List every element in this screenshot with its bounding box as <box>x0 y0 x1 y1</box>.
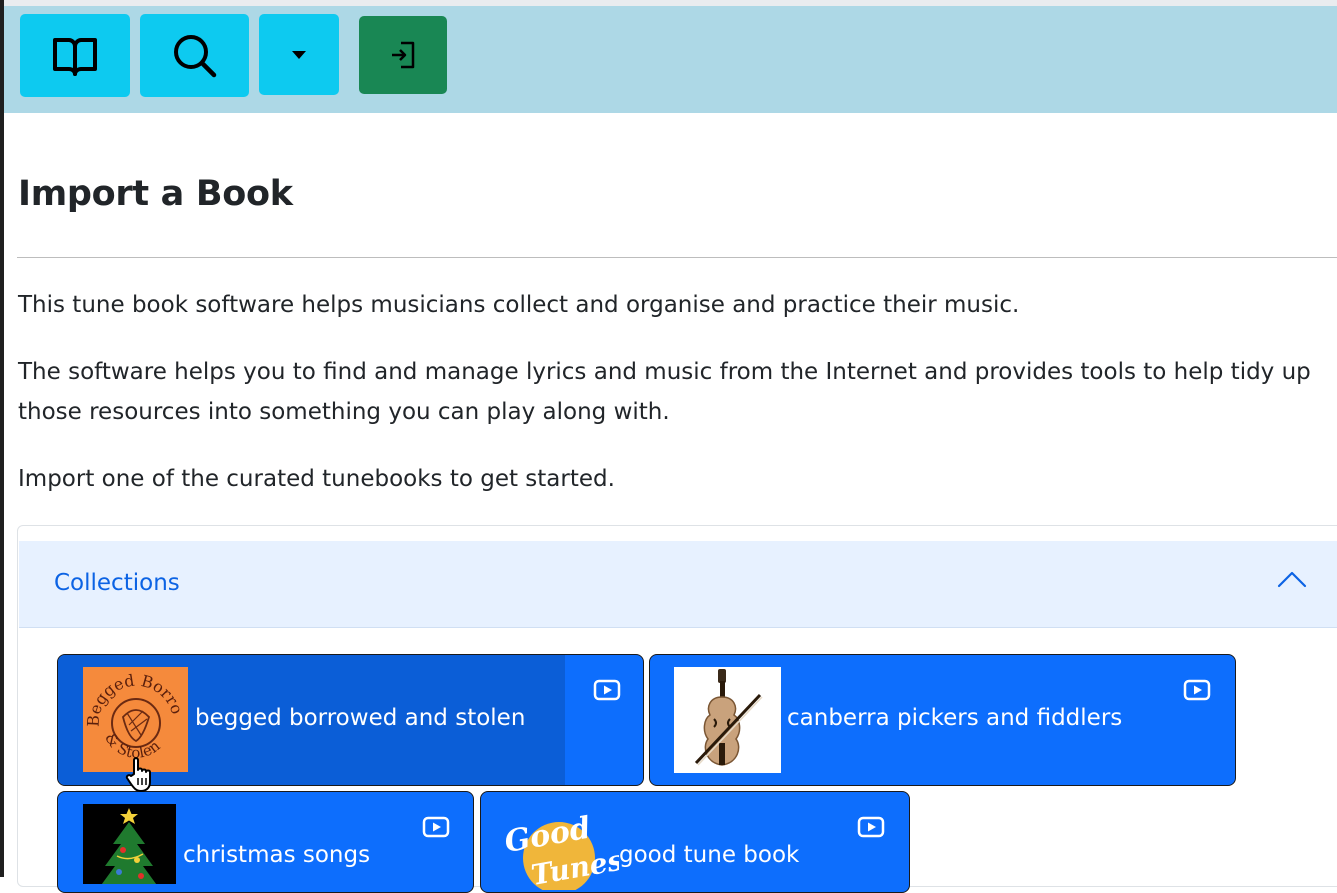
collections-title: Collections <box>54 570 180 596</box>
caret-down-icon <box>290 50 308 60</box>
svg-text:Begged Borrowed: Begged Borrowed <box>83 667 187 727</box>
window-edge <box>0 0 4 877</box>
hand-pointer-cursor-icon <box>122 754 162 798</box>
collection-card-good-tune-book[interactable]: Good Tunes good tune book <box>480 791 910 893</box>
collections-accordion-header[interactable]: Collections <box>19 541 1337 628</box>
menu-dropdown-button[interactable] <box>259 14 339 95</box>
collection-card-canberra-pickers-and-fiddlers[interactable]: canberra pickers and fiddlers <box>649 654 1236 786</box>
violin-thumbnail <box>674 667 781 773</box>
youtube-play-icon[interactable] <box>593 679 621 705</box>
login-button[interactable] <box>359 16 447 94</box>
collection-label: begged borrowed and stolen <box>195 705 526 731</box>
youtube-play-icon[interactable] <box>422 816 450 842</box>
top-toolbar <box>4 6 1337 113</box>
collection-card-christmas-songs[interactable]: christmas songs <box>57 791 474 893</box>
login-icon <box>389 40 417 70</box>
christmas-tree-thumbnail <box>83 804 176 884</box>
divider <box>17 257 1337 258</box>
description-paragraph: The software helps you to find and manag… <box>18 359 1311 425</box>
intro-paragraph: This tune book software helps musicians … <box>18 292 1020 318</box>
youtube-play-icon[interactable] <box>1183 679 1211 705</box>
search-button[interactable] <box>140 14 249 97</box>
search-icon <box>171 32 219 80</box>
collection-label: christmas songs <box>183 842 371 868</box>
instruction-paragraph: Import one of the curated tunebooks to g… <box>18 466 615 492</box>
chevron-up-icon <box>1277 570 1307 592</box>
youtube-play-icon[interactable] <box>857 816 885 842</box>
page-title: Import a Book <box>18 174 293 214</box>
book-icon <box>51 34 99 78</box>
collection-label: good tune book <box>619 842 800 868</box>
collection-label: canberra pickers and fiddlers <box>787 705 1123 731</box>
good-tunes-logo-thumbnail: Good Tunes <box>501 810 619 890</box>
book-button[interactable] <box>20 14 130 97</box>
